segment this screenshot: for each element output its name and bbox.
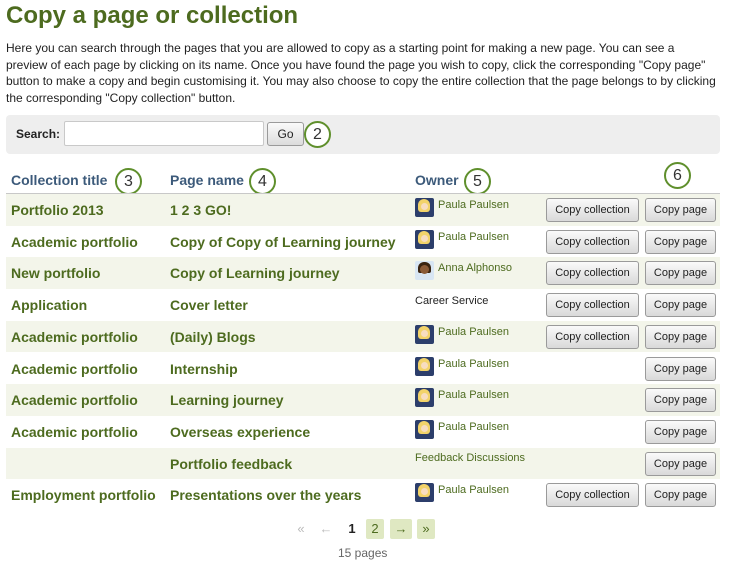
copy-page-button[interactable]: Copy page	[645, 388, 716, 413]
table-row: Employment portfolio Presentations over …	[6, 479, 720, 511]
copy-page-button[interactable]: Copy page	[645, 324, 716, 349]
page-name-link[interactable]: Portfolio feedback	[170, 456, 292, 472]
callout-6: 6	[664, 162, 691, 189]
owner: Paula Paulsen	[415, 483, 509, 503]
page-intro: Here you can search through the pages th…	[6, 41, 716, 105]
column-header-page-name[interactable]: Page name	[170, 172, 244, 188]
column-header-collection-title[interactable]: Collection title	[11, 172, 107, 188]
copy-page-button[interactable]: Copy page	[645, 451, 716, 476]
collection-title-link[interactable]: Academic portfolio	[11, 361, 138, 377]
pagination-prev: ←	[319, 521, 333, 536]
anna-avatar-icon	[415, 261, 434, 281]
copy-page-button[interactable]: Copy page	[645, 293, 716, 318]
owner: Paula Paulsen	[415, 388, 509, 408]
search-input[interactable]	[64, 121, 264, 146]
copy-collection-button[interactable]: Copy collection	[546, 198, 639, 222]
owner-link[interactable]: Paula Paulsen	[438, 420, 509, 434]
table-row: New portfolio Copy of Learning journey A…	[6, 257, 720, 290]
owner-link[interactable]: Paula Paulsen	[438, 198, 509, 212]
table-row: Academic portfolio Copy of Copy of Learn…	[6, 225, 720, 258]
callout-3: 3	[115, 168, 142, 195]
page-name-link[interactable]: Cover letter	[170, 297, 248, 313]
paula-avatar-icon	[415, 356, 434, 376]
owner-link[interactable]: Paula Paulsen	[438, 357, 509, 371]
collection-title-link[interactable]: Academic portfolio	[11, 234, 138, 250]
collection-title-link[interactable]: Academic portfolio	[11, 424, 138, 440]
collection-title-link[interactable]: Portfolio 2013	[11, 202, 104, 218]
copy-page-view: Copy a page or collection Here you can s…	[0, 0, 729, 567]
copy-page-button[interactable]: Copy page	[645, 483, 716, 508]
owner: Paula Paulsen	[415, 419, 509, 440]
pagination-first: «	[297, 521, 305, 536]
page-title: Copy a page or collection	[6, 2, 299, 29]
page-name-link[interactable]: 1 2 3 GO!	[170, 202, 231, 218]
owner-link[interactable]: Anna Alphonso	[438, 261, 512, 275]
owner-institution: Career Service	[415, 295, 489, 308]
search-panel: Search: Go	[6, 115, 720, 154]
owner: Anna Alphonso	[415, 261, 512, 281]
owner: Paula Paulsen	[415, 229, 509, 250]
collection-title-link[interactable]: New portfolio	[11, 265, 100, 281]
pagination-next[interactable]: →	[390, 519, 412, 539]
page-name-link[interactable]: Internship	[170, 361, 238, 377]
page-name-link[interactable]: Copy of Learning journey	[170, 265, 340, 281]
table-row: Portfolio 2013 1 2 3 GO! Paula Paulsen C…	[6, 194, 720, 226]
search-label: Search:	[16, 127, 61, 141]
collection-title-link[interactable]: Academic portfolio	[11, 392, 138, 408]
pagination-current-page: 1	[348, 521, 356, 536]
owner-link[interactable]: Paula Paulsen	[438, 388, 509, 402]
page-name-link[interactable]: Copy of Copy of Learning journey	[170, 234, 396, 250]
paula-avatar-icon	[415, 419, 434, 439]
table-row: Academic portfolio (Daily) Blogs Paula P…	[6, 320, 720, 353]
collection-title-link[interactable]: Application	[11, 297, 87, 313]
copy-page-button[interactable]: Copy page	[645, 198, 716, 222]
table-row: Application Cover letter Career Service …	[6, 289, 720, 321]
go-button[interactable]: Go	[267, 122, 304, 146]
copy-page-button[interactable]: Copy page	[645, 229, 716, 254]
callout-5: 5	[464, 168, 491, 195]
copy-collection-button[interactable]: Copy collection	[546, 324, 639, 349]
paula-avatar-icon	[415, 388, 434, 408]
copy-collection-button[interactable]: Copy collection	[546, 293, 639, 318]
owner-group-link[interactable]: Feedback Discussions	[415, 452, 525, 464]
collection-title-link[interactable]: Academic portfolio	[11, 329, 138, 345]
page-name-link[interactable]: Overseas experience	[170, 424, 310, 440]
owner-link[interactable]: Paula Paulsen	[438, 483, 509, 497]
page-name-link[interactable]: Learning journey	[170, 392, 284, 408]
copy-page-button[interactable]: Copy page	[645, 261, 716, 286]
copy-collection-button[interactable]: Copy collection	[546, 261, 639, 286]
owner: Paula Paulsen	[415, 324, 509, 345]
paula-avatar-icon	[415, 324, 434, 344]
column-header-owner[interactable]: Owner	[415, 172, 459, 188]
table-row: Academic portfolio Learning journey Paul…	[6, 384, 720, 416]
callout-2: 2	[304, 121, 331, 148]
owner-link[interactable]: Paula Paulsen	[438, 325, 509, 339]
table-row: Portfolio feedback Feedback Discussions …	[6, 447, 720, 480]
paula-avatar-icon	[415, 229, 434, 249]
pagination-count: 15 pages	[338, 546, 388, 560]
copy-page-button[interactable]: Copy page	[645, 419, 716, 444]
paula-avatar-icon	[415, 198, 434, 217]
table-row: Academic portfolio Overseas experience P…	[6, 415, 720, 448]
owner-link[interactable]: Paula Paulsen	[438, 230, 509, 244]
copy-page-button[interactable]: Copy page	[645, 356, 716, 381]
page-name-link[interactable]: (Daily) Blogs	[170, 329, 256, 345]
collection-title-link[interactable]: Employment portfolio	[11, 487, 156, 503]
table-row: Academic portfolio Internship Paula Paul…	[6, 352, 720, 385]
owner: Paula Paulsen	[415, 356, 509, 377]
owner: Paula Paulsen	[415, 198, 509, 218]
paula-avatar-icon	[415, 483, 434, 503]
pagination-page-2[interactable]: 2	[366, 519, 384, 539]
copy-collection-button[interactable]: Copy collection	[546, 483, 639, 508]
page-name-link[interactable]: Presentations over the years	[170, 487, 361, 503]
pagination-last[interactable]: »	[417, 519, 435, 539]
copy-collection-button[interactable]: Copy collection	[546, 229, 639, 254]
callout-4: 4	[249, 168, 276, 195]
